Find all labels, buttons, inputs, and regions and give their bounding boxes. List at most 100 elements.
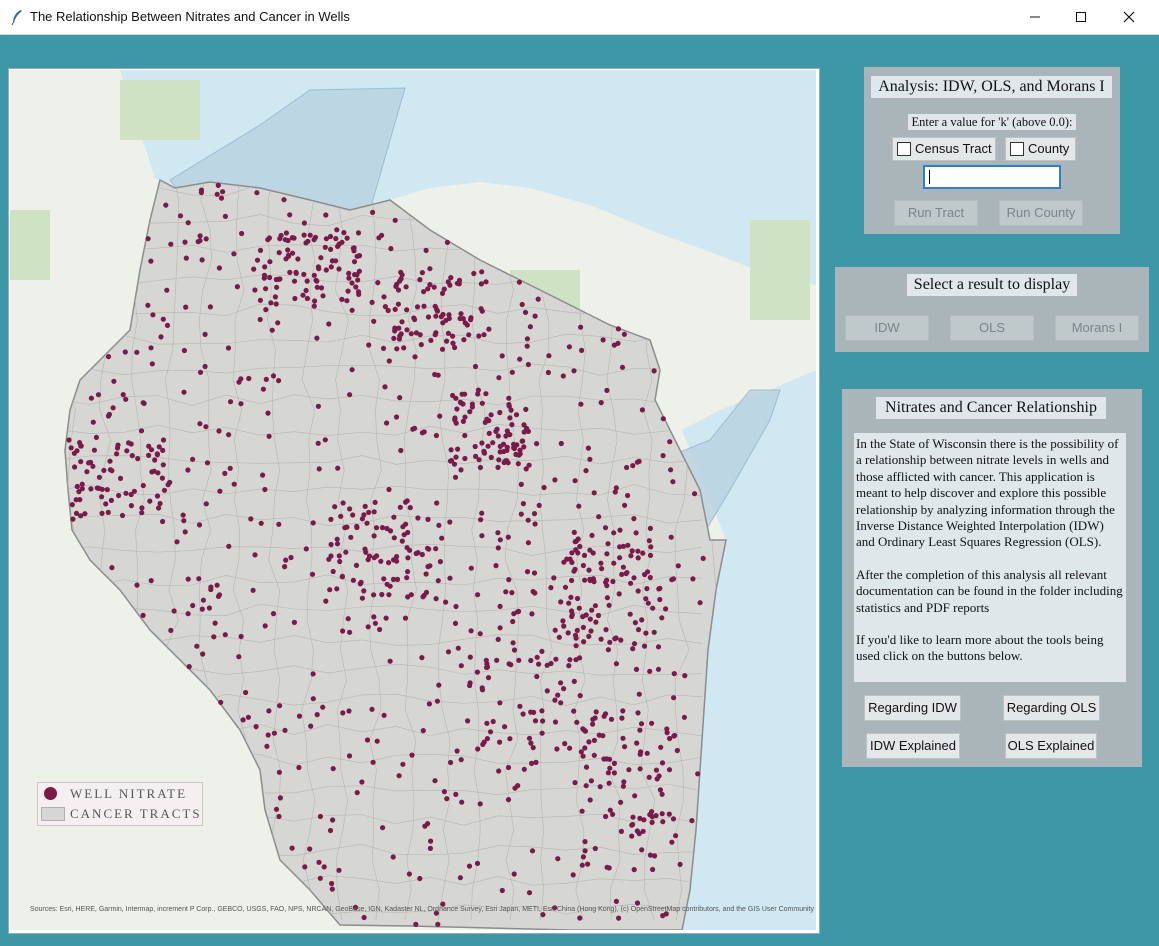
map-view[interactable]: WELL NITRATE CANCER TRACTS Sources: Esri… [8, 68, 820, 934]
well-point [400, 524, 406, 530]
well-point [90, 419, 96, 425]
k-prompt-text: Enter a value for 'k' (above 0.0): [908, 114, 1076, 130]
well-point [453, 791, 459, 798]
well-point [185, 576, 191, 582]
well-point [226, 432, 232, 438]
well-point [647, 525, 654, 531]
well-point [264, 743, 270, 749]
well-point [359, 779, 365, 785]
regarding-ols-button[interactable]: Regarding OLS [1003, 695, 1100, 721]
regarding-idw-button[interactable]: Regarding IDW [864, 695, 961, 721]
well-point [402, 615, 409, 621]
well-point [428, 337, 434, 343]
well-point [646, 538, 652, 544]
well-point [405, 594, 411, 600]
well-point [343, 549, 349, 555]
well-point [413, 921, 419, 928]
well-point [344, 298, 350, 304]
well-point [266, 708, 272, 714]
well-point [276, 250, 282, 256]
well-point [484, 664, 491, 670]
well-point [123, 490, 129, 496]
well-point [640, 550, 646, 556]
well-point [477, 631, 483, 637]
well-point [625, 492, 631, 499]
well-point [434, 500, 440, 506]
well-point [571, 568, 577, 574]
info-description: In the State of Wisconsin there is the p… [854, 433, 1126, 682]
well-point [271, 730, 277, 736]
well-point [655, 666, 662, 672]
minimize-button[interactable] [1012, 0, 1058, 34]
well-point [345, 616, 351, 622]
run-county-button[interactable]: Run County [999, 200, 1083, 226]
well-point [509, 369, 515, 375]
run-tract-button[interactable]: Run Tract [894, 200, 978, 226]
well-point [372, 620, 378, 626]
well-point [369, 299, 375, 305]
well-point [462, 320, 468, 326]
well-point [493, 563, 499, 569]
well-point [266, 433, 272, 439]
ols-explained-button[interactable]: OLS Explained [1005, 733, 1097, 759]
well-point [355, 230, 362, 236]
well-point [692, 491, 698, 497]
well-point [544, 688, 550, 694]
well-point [562, 741, 568, 747]
well-point [308, 723, 314, 729]
idw-explained-button[interactable]: IDW Explained [866, 733, 960, 759]
well-point [381, 712, 387, 718]
well-point [647, 574, 653, 581]
ols-result-button[interactable]: OLS [950, 315, 1034, 341]
well-point [580, 624, 587, 631]
well-point [566, 600, 572, 606]
legend-tract-label: CANCER TRACTS [70, 806, 202, 821]
well-point [616, 591, 622, 597]
well-point [659, 791, 665, 797]
census-tract-checkbox[interactable]: Census Tract [892, 137, 996, 161]
well-point [485, 443, 491, 449]
census-tract-checkbox-box[interactable] [897, 142, 911, 156]
well-point [71, 450, 77, 456]
well-point [415, 515, 421, 521]
well-point [636, 458, 642, 464]
well-point [479, 440, 485, 446]
well-point [639, 847, 645, 853]
well-point [236, 654, 242, 660]
well-point [312, 234, 319, 240]
well-point [437, 559, 443, 565]
well-point [246, 375, 252, 382]
info-panel: Nitrates and Cancer Relationship In the … [842, 389, 1142, 767]
well-point [576, 605, 582, 611]
well-point [140, 612, 146, 619]
close-button[interactable] [1106, 0, 1152, 34]
maximize-button[interactable] [1058, 0, 1104, 34]
well-point [617, 555, 623, 561]
well-point [327, 233, 334, 240]
county-checkbox[interactable]: County [1005, 137, 1076, 161]
well-point [466, 332, 472, 338]
well-point [276, 813, 282, 820]
well-point [509, 422, 515, 428]
well-point [617, 544, 623, 550]
morans-result-button[interactable]: Morans I [1055, 315, 1139, 341]
k-value-input[interactable] [923, 165, 1061, 189]
well-point [413, 330, 419, 336]
well-point [635, 555, 641, 561]
well-point [586, 633, 592, 640]
well-point [139, 505, 145, 511]
well-point [265, 732, 271, 738]
well-point [183, 304, 189, 310]
well-nitrate-symbol [44, 787, 57, 800]
well-point [99, 510, 105, 516]
county-checkbox-box[interactable] [1010, 142, 1024, 156]
well-point [596, 514, 602, 520]
well-point [455, 645, 461, 651]
idw-result-button[interactable]: IDW [845, 315, 929, 341]
well-point [501, 448, 507, 455]
well-point [329, 880, 335, 887]
well-point [355, 289, 362, 295]
well-point [257, 247, 264, 253]
well-point [580, 614, 586, 620]
well-point [646, 774, 652, 780]
